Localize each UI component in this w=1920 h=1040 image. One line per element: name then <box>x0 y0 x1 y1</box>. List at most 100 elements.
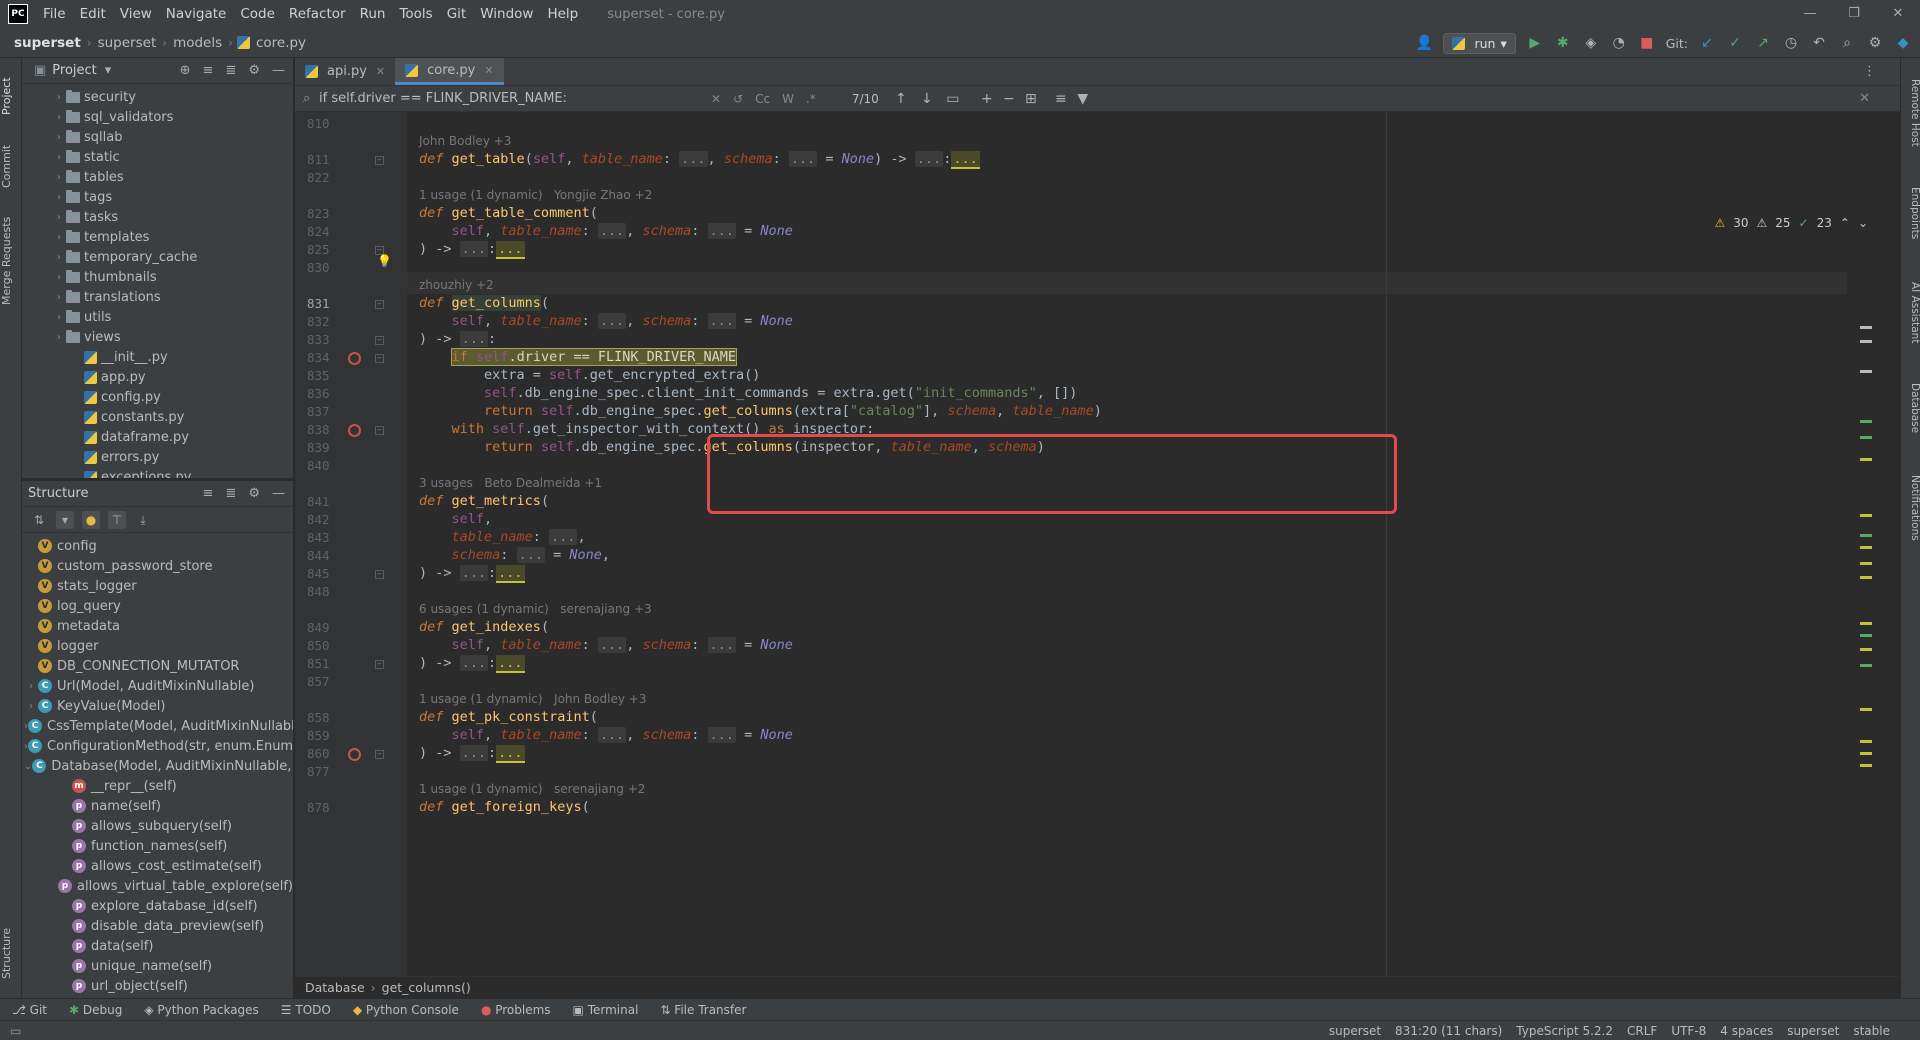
git-commit-icon[interactable]: ✓ <box>1726 35 1744 51</box>
structure-item[interactable]: Vstats_logger <box>22 576 293 596</box>
code-line[interactable]: ) -> ...:... <box>419 742 525 764</box>
line-number[interactable]: 835 <box>307 368 343 383</box>
chevron-right-icon[interactable]: › <box>52 172 66 183</box>
line-number[interactable]: 834 <box>307 350 343 365</box>
chevron-down-icon[interactable]: ▾ <box>105 63 112 78</box>
line-number[interactable]: 849 <box>307 620 343 635</box>
scroll-marker[interactable] <box>1860 326 1872 329</box>
line-number[interactable]: 850 <box>307 638 343 653</box>
tab-ai-assistant[interactable]: AI Assistant <box>1903 268 1920 358</box>
author-inlay-hint[interactable]: 1 usage (1 dynamic) serenajiang +2 <box>419 780 645 798</box>
project-folder[interactable]: › views <box>22 327 293 347</box>
tool-file-transfer[interactable]: ⇅ File Transfer <box>660 1003 746 1017</box>
hide-icon[interactable]: — <box>272 486 285 501</box>
find-input[interactable] <box>295 87 705 110</box>
structure-item[interactable]: p allows_virtual_table_explore(self) <box>22 876 293 896</box>
line-number[interactable]: 859 <box>307 728 343 743</box>
project-file[interactable]: exceptions.py <box>22 467 293 478</box>
tab-api-py[interactable]: api.py ✕ <box>295 58 395 85</box>
scroll-marker[interactable] <box>1860 648 1872 651</box>
fold-marker-icon[interactable]: − <box>375 300 384 309</box>
close-icon[interactable]: ✕ <box>376 65 385 78</box>
status-language[interactable]: TypeScript 5.2.2 <box>1516 1024 1613 1038</box>
crumb-class[interactable]: Database <box>305 980 365 995</box>
author-inlay-hint[interactable]: John Bodley +3 <box>419 132 511 150</box>
structure-item[interactable]: Vmetadata <box>22 616 293 636</box>
line-number[interactable]: 860 <box>307 746 343 761</box>
chevron-up-icon[interactable]: ⌃ <box>1840 216 1850 230</box>
structure-item[interactable]: p allows_subquery(self) <box>22 816 293 836</box>
author-inlay-hint[interactable]: 6 usages (1 dynamic) serenajiang +3 <box>419 600 652 618</box>
line-number[interactable]: 877 <box>307 764 343 779</box>
structure-item[interactable]: p function_names(self) <box>22 836 293 856</box>
search-icon[interactable]: ⌕ <box>1838 35 1856 51</box>
project-folder[interactable]: › sql_validators <box>22 107 293 127</box>
filter-options-icon[interactable]: ≡ <box>1052 91 1070 107</box>
structure-item[interactable]: V DB_CONNECTION_MUTATOR <box>22 656 293 676</box>
project-folder[interactable]: › templates <box>22 227 293 247</box>
menu-git[interactable]: Git <box>440 0 474 28</box>
scroll-marker[interactable] <box>1860 752 1872 755</box>
restore-icon[interactable]: ❐ <box>1832 0 1876 28</box>
fold-marker-icon[interactable]: − <box>375 570 384 579</box>
more-tabs-icon[interactable]: ⋮ <box>1863 64 1876 79</box>
scroll-marker[interactable] <box>1860 622 1872 625</box>
line-number[interactable]: 825 <box>307 242 343 257</box>
settings-icon[interactable]: ⚙ <box>1866 35 1884 51</box>
chevron-right-icon[interactable]: › <box>52 292 66 303</box>
chevron-right-icon[interactable]: › <box>52 152 66 163</box>
structure-item[interactable]: m __repr__(self) <box>22 776 293 796</box>
chevron-right-icon[interactable]: › <box>52 112 66 123</box>
git-update-icon[interactable]: ↙ <box>1698 35 1716 51</box>
project-file[interactable]: config.py <box>22 387 293 407</box>
project-folder[interactable]: › temporary_cache <box>22 247 293 267</box>
scroll-marker[interactable] <box>1860 458 1872 461</box>
open-in-window-icon[interactable]: ▭ <box>944 91 962 107</box>
menu-file[interactable]: File <box>36 0 73 28</box>
scroll-marker[interactable] <box>1860 634 1872 637</box>
select-all-icon[interactable]: ⊞ <box>1022 91 1040 107</box>
line-number[interactable]: 830 <box>307 260 343 275</box>
scroll-marker[interactable] <box>1860 370 1872 373</box>
whole-word-toggle[interactable]: W <box>776 92 800 106</box>
code-line[interactable]: ) -> ...:... <box>419 238 525 260</box>
structure-item[interactable]: p name(self) <box>22 796 293 816</box>
status-encoding[interactable]: UTF-8 <box>1671 1024 1706 1038</box>
editor-gutter[interactable]: 810 811 − 822 823 824 825 − 830 831 − 832 833 − 834 − 83… <box>295 112 407 976</box>
collapse-all-icon[interactable]: ≣ <box>225 486 236 501</box>
scroll-marker[interactable] <box>1860 740 1872 743</box>
fold-marker-icon[interactable]: − <box>375 156 384 165</box>
scroll-marker[interactable] <box>1860 534 1872 537</box>
fold-marker-icon[interactable]: − <box>375 336 384 345</box>
inspection-widget[interactable]: ⚠ 30 ⚠ 25 ✓ 23 ⌃ ⌄ <box>1714 216 1868 230</box>
chevron-right-icon[interactable]: › <box>52 272 66 283</box>
menu-refactor[interactable]: Refactor <box>282 0 353 28</box>
jetbrains-icon[interactable]: ◆ <box>1894 35 1912 51</box>
project-folder[interactable]: › tags <box>22 187 293 207</box>
code-line[interactable]: def get_table(self, table_name: ..., sch… <box>419 148 980 170</box>
tab-structure[interactable]: Structure <box>0 918 22 988</box>
lightbulb-icon[interactable]: 💡 <box>377 254 392 268</box>
project-file[interactable]: app.py <box>22 367 293 387</box>
menu-code[interactable]: Code <box>233 0 282 28</box>
menu-edit[interactable]: Edit <box>73 0 113 28</box>
scroll-marker[interactable] <box>1860 546 1872 549</box>
tab-merge-requests[interactable]: Merge Requests <box>0 206 22 316</box>
funnel-icon[interactable]: ▼ <box>1074 91 1092 107</box>
line-number[interactable]: 810 <box>307 116 343 131</box>
crumb-method[interactable]: get_columns() <box>382 980 471 995</box>
project-folder[interactable]: › static <box>22 147 293 167</box>
structure-item[interactable]: p data(self) <box>22 936 293 956</box>
tool-todo[interactable]: ☰ TODO <box>281 1003 331 1017</box>
tab-commit[interactable]: Commit <box>0 136 22 196</box>
line-number[interactable]: 833 <box>307 332 343 347</box>
project-folder[interactable]: › translations <box>22 287 293 307</box>
structure-item[interactable]: p unique_name(self) <box>22 956 293 976</box>
breakpoint-icon[interactable] <box>348 424 361 437</box>
chevron-right-icon[interactable]: › <box>52 132 66 143</box>
fold-marker-icon[interactable]: − <box>375 750 384 759</box>
chevron-right-icon[interactable]: › <box>52 252 66 263</box>
structure-item[interactable]: › C CssTemplate(Model, AuditMixinNullable <box>22 716 293 736</box>
tool-terminal[interactable]: ▣ Terminal <box>573 1003 639 1017</box>
line-number[interactable]: 848 <box>307 584 343 599</box>
